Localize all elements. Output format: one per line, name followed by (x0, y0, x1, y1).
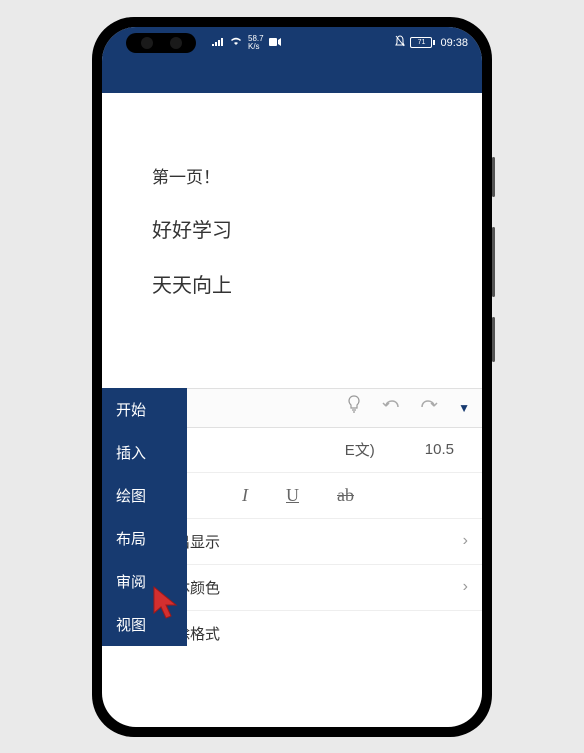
document-canvas[interactable]: 第一页！ 好好学习 天天向上 (102, 93, 482, 388)
tab-layout[interactable]: 布局 (102, 517, 187, 560)
strikethrough-button[interactable]: ab (337, 485, 354, 506)
italic-button[interactable]: I (242, 485, 248, 506)
document-line[interactable]: 好好学习 (152, 214, 432, 243)
font-name-field[interactable]: E文) (345, 439, 375, 460)
clock: 09:38 (440, 37, 468, 49)
font-size-field[interactable]: 10.5 (425, 441, 454, 458)
video-icon (269, 37, 281, 49)
chevron-right-icon: › (463, 532, 468, 550)
screen: 58.7K/s 71 09:38 第一页！ 好好学习 天天向 (102, 27, 482, 727)
app-title-bar (102, 59, 482, 93)
tab-draw[interactable]: 绘图 (102, 474, 187, 517)
option-label: 清除格式 (160, 623, 468, 644)
option-label: 字体颜色 (160, 577, 463, 598)
option-label: 突出显示 (160, 531, 463, 552)
wifi-icon (229, 36, 243, 49)
document-line[interactable]: 天天向上 (152, 269, 432, 298)
tab-home[interactable]: 开始 (102, 388, 187, 431)
phone-frame: 58.7K/s 71 09:38 第一页！ 好好学习 天天向 (92, 17, 492, 737)
network-speed: 58.7K/s (248, 35, 264, 51)
underline-button[interactable]: U (286, 485, 299, 506)
phone-side-button (492, 227, 495, 297)
collapse-icon[interactable]: ▼ (458, 401, 470, 415)
signal-icon (212, 36, 224, 49)
document-line[interactable]: 第一页！ (152, 163, 432, 188)
redo-icon[interactable] (420, 397, 438, 418)
tab-insert[interactable]: 插入 (102, 431, 187, 474)
mute-icon (395, 35, 405, 50)
battery-icon: 71 (410, 37, 435, 48)
cursor-pointer-icon (152, 585, 182, 626)
chevron-right-icon: › (463, 578, 468, 596)
lightbulb-icon[interactable] (346, 395, 362, 420)
phone-side-button (492, 157, 495, 197)
phone-side-button (492, 317, 495, 362)
camera-notch (126, 33, 196, 53)
undo-icon[interactable] (382, 397, 400, 418)
